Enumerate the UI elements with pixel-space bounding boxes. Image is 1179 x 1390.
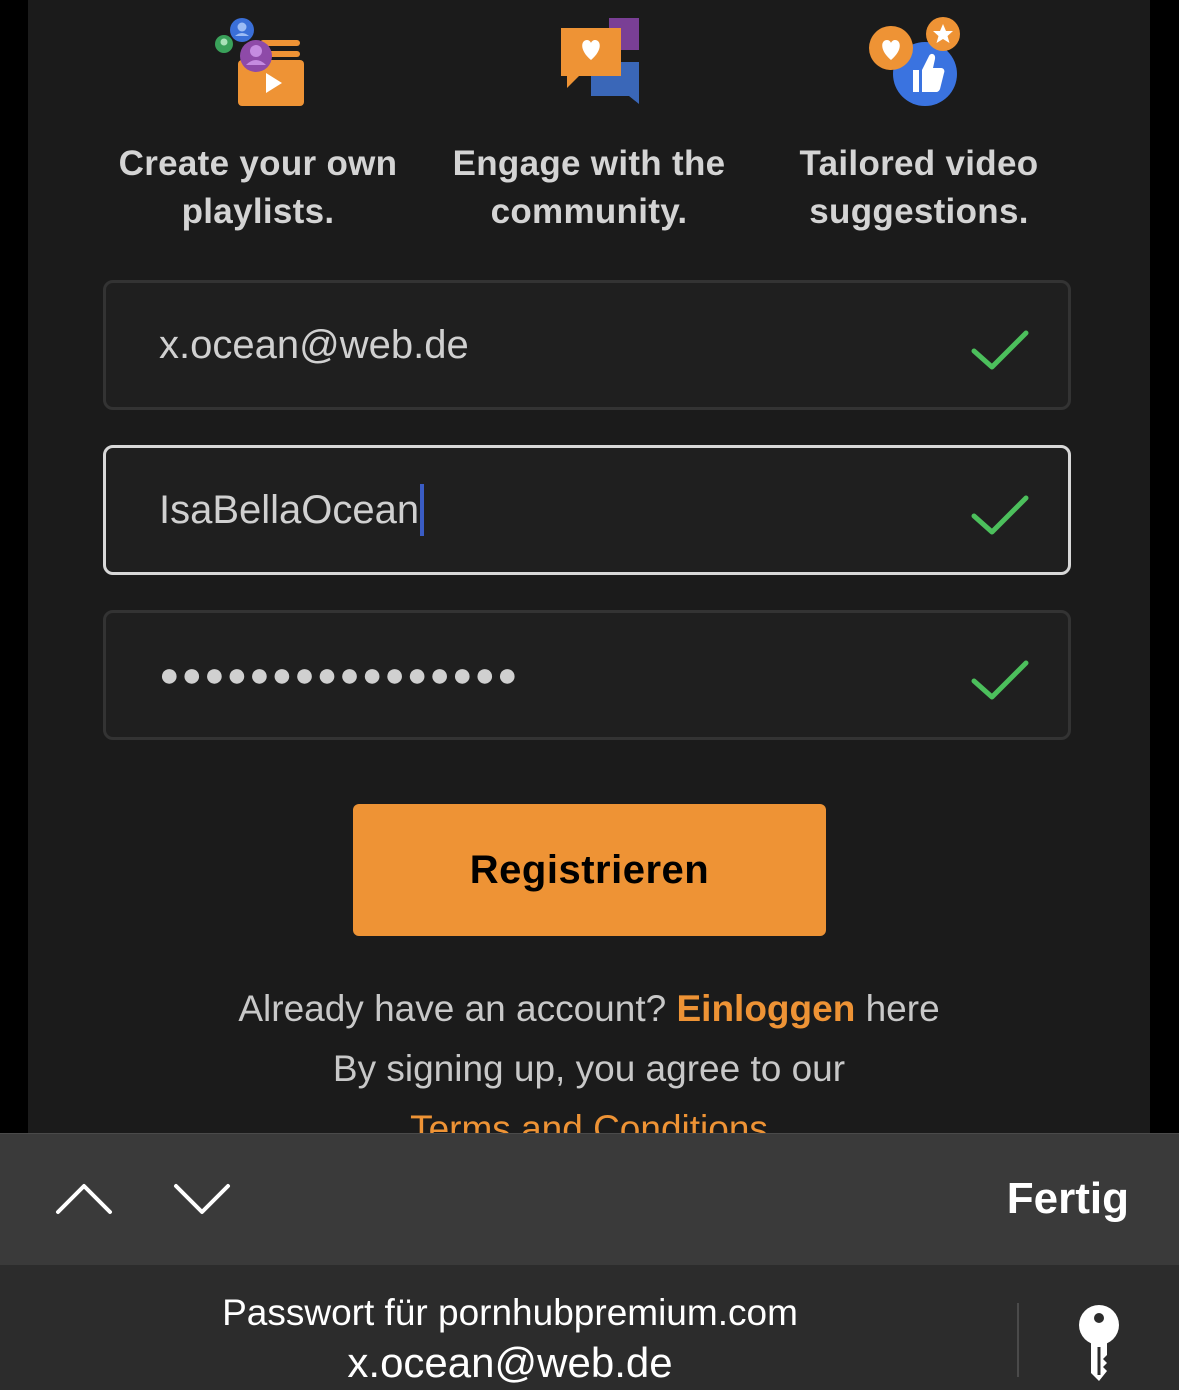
username-value: IsaBellaOcean xyxy=(159,487,420,532)
key-icon[interactable] xyxy=(1075,1303,1123,1383)
email-value: x.ocean@web.de xyxy=(159,322,469,367)
feature-community: Engage with the community. xyxy=(424,10,754,236)
chevron-down-icon[interactable] xyxy=(172,1174,232,1224)
signup-page: Create your own playlists. Engage with t… xyxy=(28,0,1150,1140)
text-cursor xyxy=(420,484,425,536)
keyboard-toolbar: Fertig xyxy=(0,1133,1179,1266)
feature-caption-line2: playlists. xyxy=(181,192,335,231)
email-field[interactable]: x.ocean@web.de xyxy=(103,280,1071,410)
register-button[interactable]: Registrieren xyxy=(353,804,826,936)
divider xyxy=(1017,1303,1019,1377)
feature-caption-line1: Engage with the xyxy=(452,144,726,183)
password-autofill-bar: Passwort für pornhubpremium.com x.ocean@… xyxy=(0,1265,1179,1390)
chevron-up-icon[interactable] xyxy=(54,1174,114,1224)
suggestion-site: Passwort für pornhubpremium.com xyxy=(222,1292,798,1333)
feature-playlists: Create your own playlists. xyxy=(93,10,423,236)
agree-text: By signing up, you agree to our xyxy=(332,1048,846,1089)
chat-bubbles-icon xyxy=(539,10,645,110)
feature-caption-line2: suggestions. xyxy=(809,192,1029,231)
login-link[interactable]: Einloggen xyxy=(676,988,855,1029)
done-button[interactable]: Fertig xyxy=(1007,1174,1129,1224)
feature-caption-line1: Tailored video xyxy=(799,144,1039,183)
feature-caption-line1: Create your own xyxy=(118,144,398,183)
suggestion-account: x.ocean@web.de xyxy=(347,1339,673,1386)
login-prompt-suffix: here xyxy=(855,988,940,1029)
password-value: ●●●●●●●●●●●●●●●● xyxy=(159,655,520,694)
password-field[interactable]: ●●●●●●●●●●●●●●●● xyxy=(103,610,1071,740)
feature-suggestions: Tailored video suggestions. xyxy=(754,10,1084,236)
username-field[interactable]: IsaBellaOcean xyxy=(103,445,1071,575)
checkmark-icon xyxy=(971,330,1029,370)
login-prompt-prefix: Already have an account? xyxy=(238,988,677,1029)
checkmark-icon xyxy=(971,660,1029,700)
feature-caption-line2: community. xyxy=(490,192,688,231)
password-suggestion[interactable]: Passwort für pornhubpremium.com x.ocean@… xyxy=(0,1289,1020,1389)
checkmark-icon xyxy=(971,495,1029,535)
login-prompt: Already have an account? Einloggen here xyxy=(28,988,1150,1030)
username-input[interactable]: IsaBellaOcean xyxy=(159,448,425,572)
playlist-icon xyxy=(208,10,308,110)
thumbs-up-icon xyxy=(869,10,969,110)
